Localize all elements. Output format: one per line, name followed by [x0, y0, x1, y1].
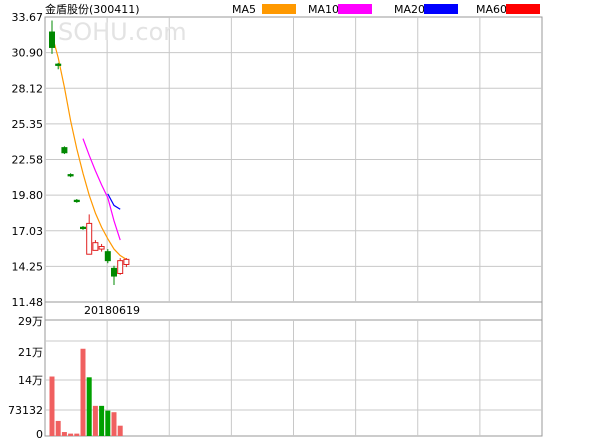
legend-swatch: [506, 4, 540, 14]
legend-label: MA20: [394, 3, 425, 16]
candle-body: [117, 260, 124, 274]
date-label: 20180619: [84, 304, 140, 317]
chart-title: 金盾股份(300411): [45, 2, 140, 16]
candle-body: [98, 246, 105, 250]
candle-body: [111, 267, 117, 277]
candle: [92, 240, 99, 251]
candle-body: [86, 222, 93, 255]
candle: [86, 214, 93, 255]
volume-bar: [105, 410, 111, 436]
price-tick-label: 25.35: [12, 118, 44, 131]
volume-bar: [61, 432, 67, 436]
volume-bar: [55, 420, 61, 436]
price-tick-label: 11.48: [12, 296, 44, 309]
price-tick-label: 19.80: [12, 189, 44, 202]
price-tick-label: 22.58: [12, 154, 44, 167]
candle: [80, 225, 86, 230]
legend-swatch: [262, 4, 296, 14]
volume-bar: [92, 405, 98, 436]
candle: [98, 243, 105, 252]
candle-body: [123, 258, 130, 265]
volume-bar: [99, 405, 105, 436]
volume-bar: [117, 425, 123, 436]
candle-body: [80, 226, 86, 230]
volume-bar: [49, 376, 55, 436]
volume-tick-label: 29万: [18, 315, 43, 328]
price-tick-label: 17.03: [12, 225, 44, 238]
watermark: SOHU.com: [58, 18, 187, 46]
volume-tick-label: 14万: [18, 374, 43, 387]
candle-body: [55, 63, 62, 66]
candle-body: [73, 199, 80, 203]
candle: [61, 146, 68, 155]
legend-swatch: [424, 4, 458, 14]
candlesticks: [49, 20, 130, 286]
legend-label: MA10: [308, 3, 339, 16]
candle-body: [104, 251, 111, 262]
volume-tick-label: 73132: [8, 404, 43, 417]
candle: [117, 258, 124, 275]
price-tick-label: 14.25: [12, 260, 44, 273]
legend-label: MA5: [232, 3, 256, 16]
candle-body: [49, 31, 55, 48]
candle: [49, 20, 55, 54]
price-tick-label: 33.67: [12, 11, 44, 24]
volume-bar: [68, 433, 74, 436]
volume-tick-label: 21万: [18, 346, 43, 359]
volume-bar: [80, 348, 86, 436]
chart-grid: [44, 16, 543, 437]
volume-bar: [86, 377, 92, 436]
price-tick-label: 30.90: [12, 47, 44, 60]
candle: [123, 258, 130, 268]
candle: [73, 198, 80, 203]
volume-bars: [49, 348, 123, 436]
price-tick-label: 28.12: [12, 82, 44, 95]
legend-swatch: [338, 4, 372, 14]
volume-tick-label: 0: [36, 428, 43, 440]
candle-body: [67, 174, 74, 177]
candle-body: [92, 242, 99, 251]
price-axis: 33.67 30.90 28.12 25.35 22.58 19.80 17.03 14.25…: [12, 11, 44, 309]
legend-label: MA60: [476, 3, 507, 16]
legend: MA5 MA10 MA20 MA60: [232, 3, 540, 16]
candle: [104, 249, 111, 264]
candle-body: [61, 147, 68, 154]
candle: [67, 173, 74, 178]
volume-axis: 29万 21万 14万 73132 0: [8, 315, 43, 440]
volume-bar: [74, 433, 80, 436]
candle: [111, 265, 117, 286]
stock-chart: SOHU.com 金盾股份(300411) MA5 MA10 MA20 MA60 33…: [8, 2, 543, 440]
volume-bar: [111, 412, 117, 436]
